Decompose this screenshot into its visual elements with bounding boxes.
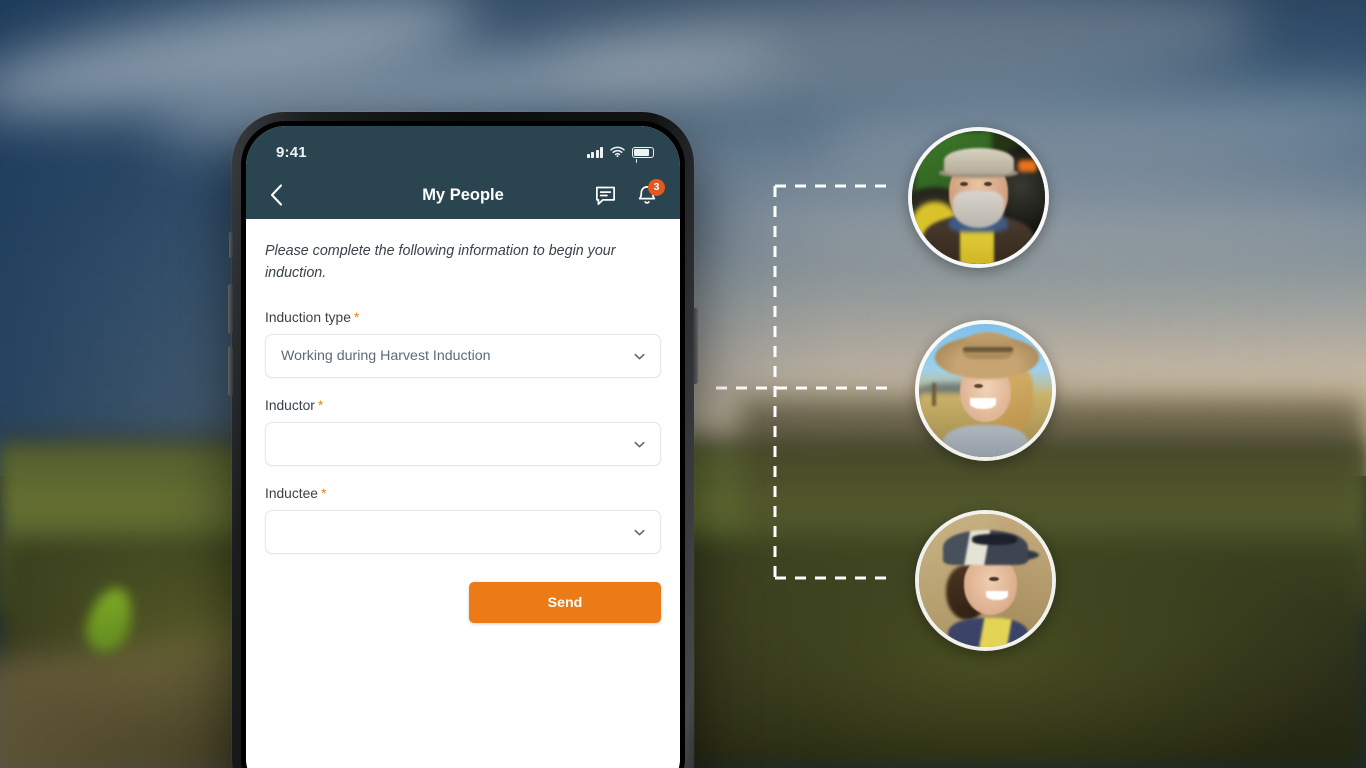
select-induction-type-value: Working during Harvest Induction (281, 348, 491, 365)
volume-up-button[interactable] (228, 284, 233, 334)
required-marker: * (317, 397, 324, 414)
notification-badge: 3 (648, 178, 665, 196)
label-inductor: Inductor * (265, 397, 661, 413)
form-actions: Send (265, 582, 661, 624)
chevron-down-icon (634, 353, 645, 360)
nav-actions: 3 (594, 178, 665, 207)
signal-bars-icon (587, 147, 603, 158)
avatar-woman-straw-hat (915, 320, 1056, 461)
battery-icon (632, 147, 654, 158)
volume-down-button[interactable] (228, 346, 233, 396)
label-inductee: Inductee * (265, 485, 661, 501)
field-inductee: Inductee * (265, 485, 661, 555)
power-button[interactable] (693, 308, 698, 384)
avatar-bearded-man-cap (908, 127, 1049, 268)
label-text: Induction type (265, 310, 351, 326)
chevron-down-icon (634, 441, 645, 448)
field-induction-type: Induction type * Working during Harvest I… (265, 309, 661, 379)
select-inductee[interactable] (265, 510, 661, 555)
form-intro-text: Please complete the following informatio… (265, 243, 616, 281)
nav-bar: My People 3 (246, 171, 680, 219)
required-marker: * (353, 309, 360, 326)
label-text: Inductor (265, 398, 315, 414)
field-inductor: Inductor * (265, 397, 661, 467)
send-button[interactable]: Send (469, 582, 661, 624)
wifi-icon (610, 144, 625, 162)
status-time: 9:41 (276, 144, 307, 161)
phone-mockup: 9:41 My People 3 Please complete the fol… (228, 112, 698, 768)
induction-form: Please complete the following informatio… (246, 219, 680, 768)
chevron-left-icon[interactable] (270, 184, 296, 206)
select-induction-type[interactable]: Working during Harvest Induction (265, 334, 661, 379)
message-icon[interactable] (594, 184, 617, 207)
avatar-young-man-cap (915, 510, 1056, 651)
phone-bezel: 9:41 My People 3 Please complete the fol… (241, 121, 685, 768)
select-inductor[interactable] (265, 422, 661, 467)
label-induction-type: Induction type * (265, 309, 661, 325)
phone-screen: 9:41 My People 3 Please complete the fol… (246, 126, 680, 768)
status-bar: 9:41 (246, 126, 680, 171)
label-text: Inductee (265, 486, 318, 502)
chevron-down-icon (634, 529, 645, 536)
bell-icon[interactable]: 3 (636, 178, 665, 207)
mute-switch[interactable] (229, 232, 233, 258)
status-icons (587, 144, 654, 162)
required-marker: * (320, 485, 327, 502)
